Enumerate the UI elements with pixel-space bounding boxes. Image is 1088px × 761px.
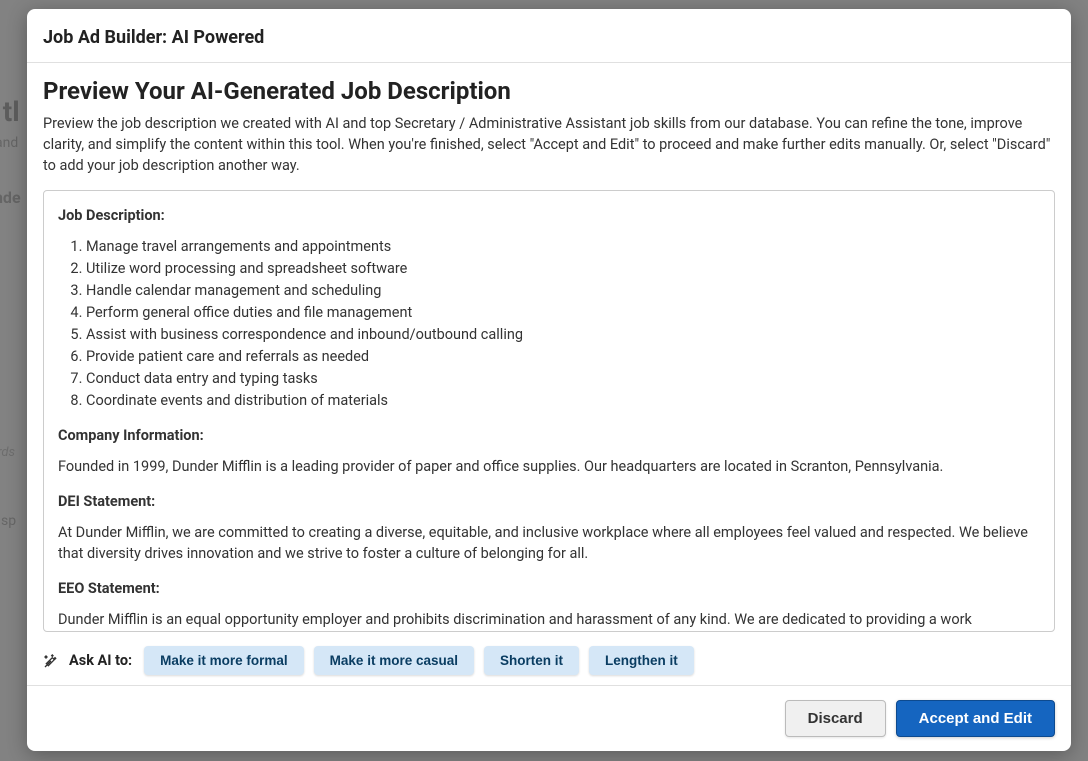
job-description-list: Manage travel arrangements and appointme…	[58, 236, 1040, 411]
job-ad-builder-modal: Job Ad Builder: AI Powered Preview Your …	[27, 9, 1071, 751]
list-item: Provide patient care and referrals as ne…	[86, 346, 1040, 367]
accept-and-edit-button[interactable]: Accept and Edit	[896, 700, 1055, 737]
list-item: Assist with business correspondence and …	[86, 324, 1040, 345]
make-formal-button[interactable]: Make it more formal	[144, 646, 304, 675]
dei-statement-label: DEI Statement:	[58, 491, 1040, 512]
dei-statement-text: At Dunder Mifflin, we are committed to c…	[58, 522, 1040, 564]
list-item: Handle calendar management and schedulin…	[86, 280, 1040, 301]
modal-footer: Discard Accept and Edit	[27, 685, 1071, 751]
modal-header: Job Ad Builder: AI Powered	[27, 9, 1071, 63]
job-description-preview-box[interactable]: Job Description: Manage travel arrangeme…	[43, 190, 1055, 632]
preview-intro-text: Preview the job description we created w…	[43, 113, 1055, 176]
eeo-statement-text: Dunder Mifflin is an equal opportunity e…	[58, 609, 1040, 630]
preview-heading: Preview Your AI-Generated Job Descriptio…	[43, 77, 1055, 105]
eeo-statement-label: EEO Statement:	[58, 578, 1040, 599]
job-description-label: Job Description:	[58, 205, 1040, 226]
list-item: Manage travel arrangements and appointme…	[86, 236, 1040, 257]
shorten-button[interactable]: Shorten it	[484, 646, 579, 675]
modal-title: Job Ad Builder: AI Powered	[43, 27, 1055, 48]
list-item: Utilize word processing and spreadsheet …	[86, 258, 1040, 279]
list-item: Coordinate events and distribution of ma…	[86, 390, 1040, 411]
make-casual-button[interactable]: Make it more casual	[314, 646, 474, 675]
discard-button[interactable]: Discard	[785, 700, 886, 737]
ask-ai-controls: Ask AI to: Make it more formal Make it m…	[43, 632, 1055, 675]
list-item: Perform general office duties and file m…	[86, 302, 1040, 323]
company-info-label: Company Information:	[58, 425, 1040, 446]
magic-wand-icon	[43, 653, 59, 669]
lengthen-button[interactable]: Lengthen it	[589, 646, 694, 675]
modal-body: Preview Your AI-Generated Job Descriptio…	[27, 63, 1071, 685]
company-info-text: Founded in 1999, Dunder Mifflin is a lea…	[58, 456, 1040, 477]
ask-ai-label: Ask AI to:	[69, 652, 132, 669]
list-item: Conduct data entry and typing tasks	[86, 368, 1040, 389]
